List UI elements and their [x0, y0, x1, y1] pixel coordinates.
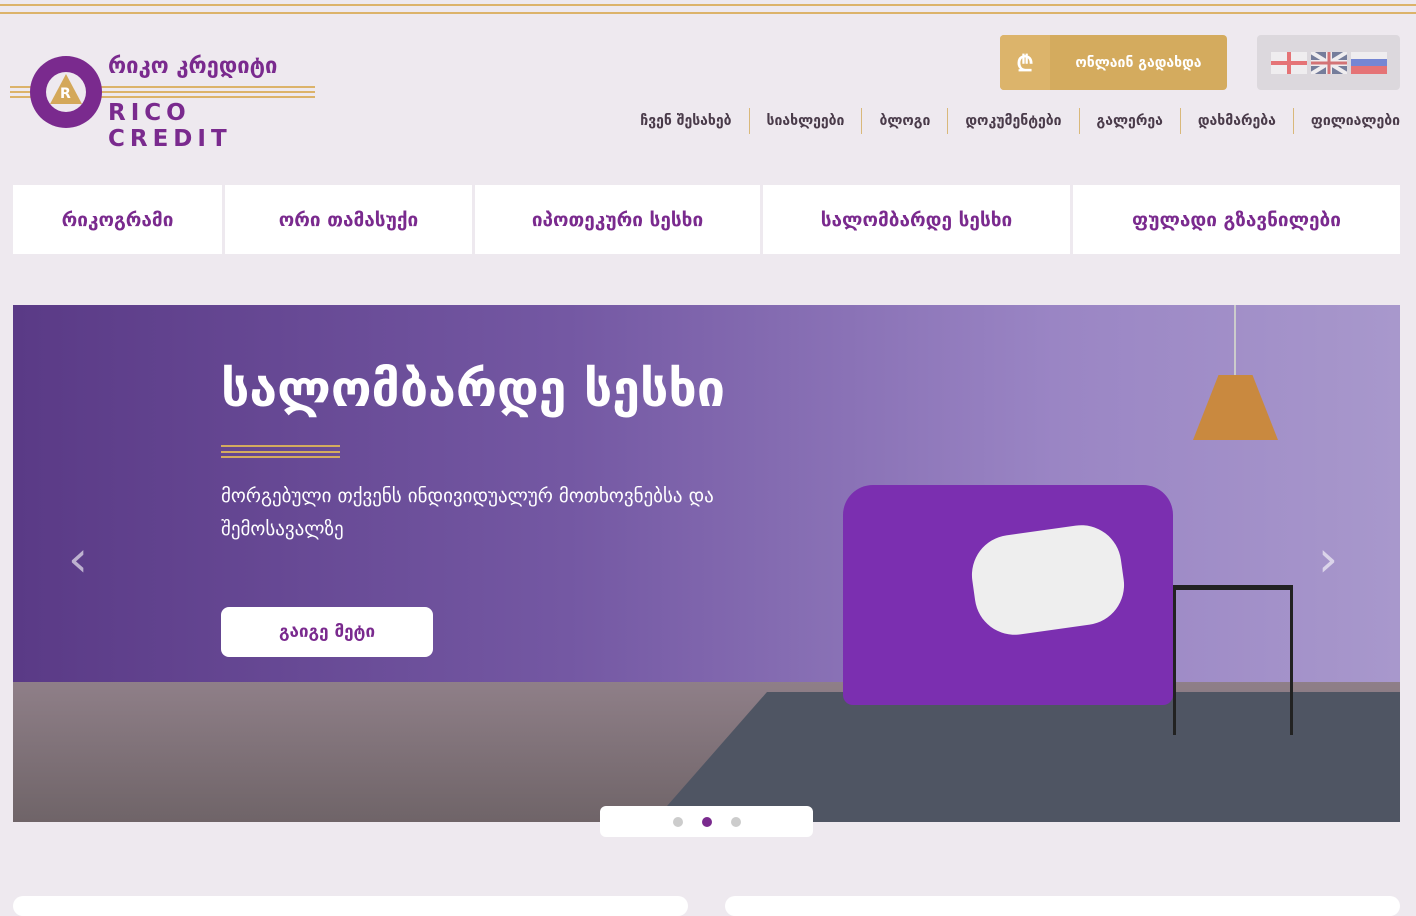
- chevron-left-icon[interactable]: ‹: [68, 530, 88, 588]
- language-switcher: [1257, 35, 1400, 90]
- product-tabs: რიკოგრამი ორი თამასუქი იპოთეკური სესხი ს…: [13, 185, 1400, 254]
- hero-side-table: [1173, 585, 1293, 735]
- hero-title: სალომბარდე სესხი: [221, 360, 726, 418]
- nav-documents[interactable]: დოკუმენტები: [947, 108, 1078, 134]
- tab-money-transfers[interactable]: ფულადი გზავნილები: [1073, 185, 1400, 254]
- logo[interactable]: R რიკო კრედიტი RICO CREDIT: [10, 52, 320, 152]
- tab-two-promissory[interactable]: ორი თამასუქი: [225, 185, 472, 254]
- slider-pagination: [600, 806, 813, 837]
- main-nav: ჩვენ შესახებ სიახლეები ბლოგი დოკუმენტები…: [623, 108, 1400, 134]
- top-decor-line: [0, 12, 1416, 14]
- tab-pawn-loan[interactable]: სალომბარდე სესხი: [763, 185, 1070, 254]
- nav-branches[interactable]: ფილიალები: [1292, 108, 1400, 134]
- logo-name-ka: რიკო კრედიტი: [108, 54, 278, 79]
- uk-flag-icon[interactable]: [1310, 51, 1347, 74]
- slide-dot-1[interactable]: [672, 816, 683, 827]
- logo-mark: R: [60, 86, 71, 102]
- nav-about[interactable]: ჩვენ შესახებ: [623, 108, 748, 134]
- content-card: [725, 896, 1400, 916]
- chevron-right-icon[interactable]: ›: [1318, 530, 1338, 588]
- slide-dot-2[interactable]: [701, 816, 712, 827]
- lari-icon: ₾: [1000, 35, 1050, 90]
- russia-flag-icon[interactable]: [1350, 51, 1387, 74]
- tab-mortgage-loan[interactable]: იპოთეკური სესხი: [475, 185, 760, 254]
- online-payment-label: ონლაინ გადახდა: [1075, 54, 1202, 71]
- nav-blog[interactable]: ბლოგი: [861, 108, 947, 134]
- content-card: [13, 896, 688, 916]
- slide-dot-3[interactable]: [730, 816, 741, 827]
- online-payment-button[interactable]: ₾ ონლაინ გადახდა: [1000, 35, 1227, 90]
- lamp-cord: [1234, 305, 1236, 375]
- hero-lamp: [1193, 375, 1278, 440]
- learn-more-button[interactable]: გაიგე მეტი: [221, 607, 433, 657]
- hero-divider: [221, 445, 340, 458]
- nav-news[interactable]: სიახლეები: [748, 108, 862, 134]
- top-decor-line: [0, 4, 1416, 6]
- hero-slider: სალომბარდე სესხი მორგებული თქვენს ინდივი…: [13, 305, 1400, 822]
- georgia-flag-icon[interactable]: [1270, 51, 1307, 74]
- logo-name-en: RICO CREDIT: [108, 100, 232, 152]
- hero-subtitle: მორგებული თქვენს ინდივიდუალურ მოთხოვნებს…: [221, 485, 714, 540]
- tab-ricogram[interactable]: რიკოგრამი: [13, 185, 222, 254]
- nav-help[interactable]: დახმარება: [1179, 108, 1293, 134]
- nav-gallery[interactable]: გალერეა: [1078, 108, 1180, 134]
